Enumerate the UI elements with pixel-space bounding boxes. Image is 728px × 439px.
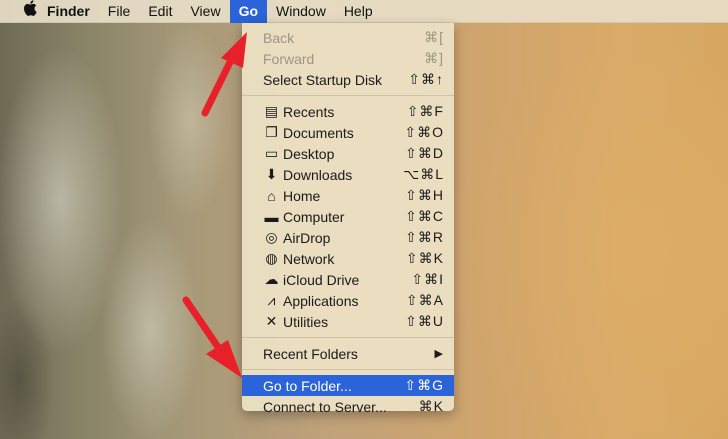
item-label: Select Startup Disk <box>263 71 383 88</box>
desktop-icon: ▭ <box>264 145 279 161</box>
item-shortcut: ⌘] <box>424 50 444 66</box>
item-label: Back <box>263 29 295 46</box>
menu-separator <box>242 95 454 96</box>
network-icon: ◍ <box>265 250 278 266</box>
menu-item-recents[interactable]: ▤ Recents ⇧⌘F <box>242 101 454 122</box>
red-arrow-icon <box>182 296 242 378</box>
item-shortcut: ⇧⌘H <box>405 187 444 203</box>
item-shortcut: ⇧⌘R <box>405 229 444 245</box>
downloads-icon: ⬇ <box>265 166 278 182</box>
item-shortcut: ⇧⌘C <box>405 208 444 224</box>
red-arrow-icon <box>201 32 247 117</box>
item-label: Home <box>283 187 321 204</box>
item-label: Applications <box>283 292 359 309</box>
item-label: Desktop <box>283 145 335 162</box>
airdrop-icon: ◎ <box>265 229 278 245</box>
item-shortcut: ⌘[ <box>424 29 444 45</box>
submenu-arrow-icon: ▶ <box>434 348 444 360</box>
item-label: AirDrop <box>283 229 331 246</box>
menu-go[interactable]: Go <box>229 0 268 23</box>
menu-bar: Finder File Edit View Go Window Help <box>0 0 728 23</box>
menu-item-network[interactable]: ◍ Network ⇧⌘K <box>242 248 454 269</box>
item-label: Go to Folder... <box>263 377 352 394</box>
menu-file[interactable]: File <box>99 0 140 23</box>
item-label: Utilities <box>283 313 329 330</box>
item-shortcut: ⇧⌘D <box>405 145 444 161</box>
go-menu-dropdown: Back ⌘[ Forward ⌘] Select Startup Disk ⇧⌘↑ … <box>242 23 454 415</box>
item-shortcut: ⇧⌘I <box>411 271 444 287</box>
item-label: Forward <box>263 50 315 67</box>
recents-icon: ▤ <box>264 103 279 119</box>
item-label: Recent Folders <box>263 345 358 362</box>
menu-item-documents[interactable]: ❐ Documents ⇧⌘O <box>242 122 454 143</box>
menu-separator <box>242 337 454 338</box>
item-shortcut: ⇧⌘U <box>405 313 444 329</box>
menu-item-computer[interactable]: ▬ Computer ⇧⌘C <box>242 206 454 227</box>
menu-window[interactable]: Window <box>267 0 335 23</box>
item-label: Connect to Server... <box>263 398 387 415</box>
menu-separator <box>242 369 454 370</box>
menu-item-connect-to-server[interactable]: Connect to Server... ⌘K <box>242 396 454 417</box>
item-label: Recents <box>283 103 335 120</box>
menu-item-forward[interactable]: Forward ⌘] <box>242 48 454 69</box>
menu-item-airdrop[interactable]: ◎ AirDrop ⇧⌘R <box>242 227 454 248</box>
item-label: Downloads <box>283 166 353 183</box>
computer-icon: ▬ <box>264 208 279 225</box>
menu-item-select-startup-disk[interactable]: Select Startup Disk ⇧⌘↑ <box>242 69 454 90</box>
item-label: Network <box>283 250 335 267</box>
menu-item-downloads[interactable]: ⬇ Downloads ⌥⌘L <box>242 164 454 185</box>
home-icon: ⌂ <box>267 187 276 204</box>
item-shortcut: ⇧⌘A <box>405 292 444 308</box>
item-shortcut: ⇧⌘↑ <box>408 71 444 87</box>
utilities-icon: ✕ <box>265 313 278 329</box>
menu-item-desktop[interactable]: ▭ Desktop ⇧⌘D <box>242 143 454 164</box>
menu-finder[interactable]: Finder <box>38 0 99 23</box>
menu-edit[interactable]: Edit <box>139 0 181 23</box>
item-label: Documents <box>283 124 354 141</box>
item-shortcut: ⇧⌘K <box>405 250 444 266</box>
menu-item-go-to-folder[interactable]: Go to Folder... ⇧⌘G <box>242 375 454 396</box>
menu-item-home[interactable]: ⌂ Home ⇧⌘H <box>242 185 454 206</box>
item-label: Computer <box>283 208 345 225</box>
menu-item-applications[interactable]: ⩘ Applications ⇧⌘A <box>242 290 454 311</box>
menu-item-icloud-drive[interactable]: ☁ iCloud Drive ⇧⌘I <box>242 269 454 290</box>
item-shortcut: ⇧⌘O <box>404 124 444 140</box>
item-label: iCloud Drive <box>283 271 360 288</box>
apple-menu-icon[interactable] <box>14 0 37 23</box>
menu-help[interactable]: Help <box>335 0 382 23</box>
menu-item-back[interactable]: Back ⌘[ <box>242 27 454 48</box>
applications-icon: ⩘ <box>267 292 276 308</box>
menu-view[interactable]: View <box>181 0 229 23</box>
item-shortcut: ⌥⌘L <box>403 166 444 182</box>
icloud-icon: ☁ <box>264 271 279 287</box>
documents-icon: ❐ <box>265 124 278 140</box>
item-shortcut: ⌘K <box>418 398 444 414</box>
menu-item-utilities[interactable]: ✕ Utilities ⇧⌘U <box>242 311 454 332</box>
menu-item-recent-folders[interactable]: Recent Folders ▶ <box>242 343 454 364</box>
item-shortcut: ⇧⌘G <box>404 377 444 393</box>
item-shortcut: ⇧⌘F <box>406 103 444 119</box>
